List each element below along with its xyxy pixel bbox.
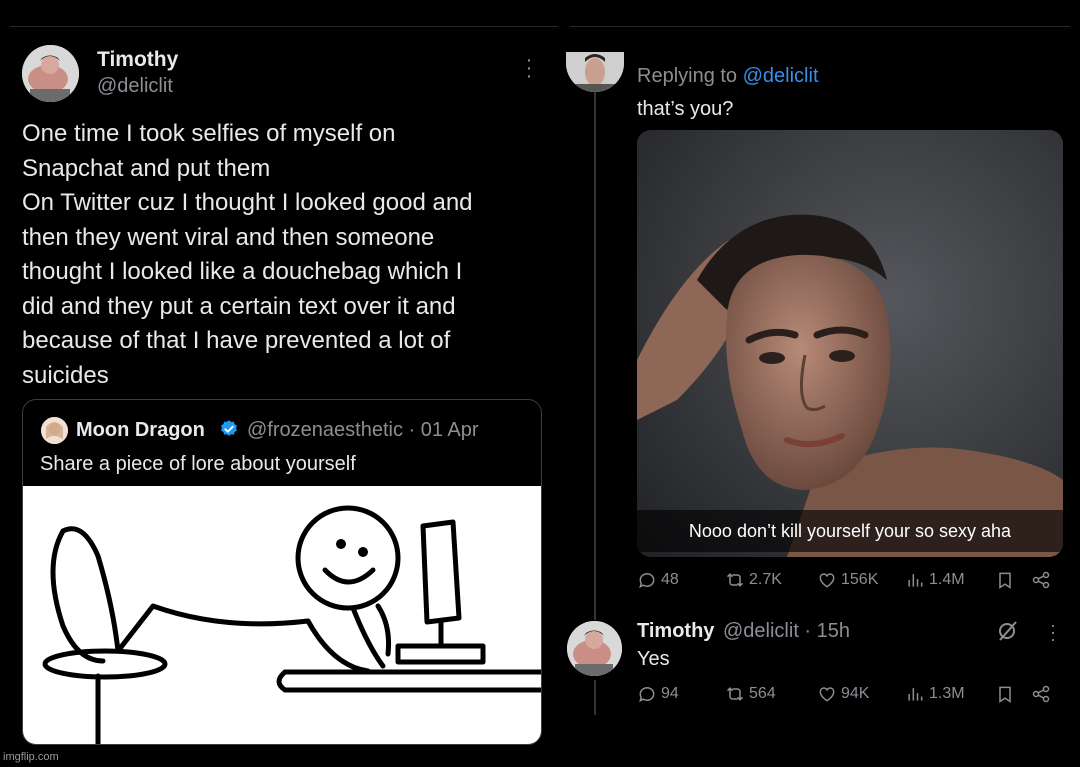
author-name[interactable]: Timothy xyxy=(637,620,714,643)
tweet-text-line: One time I took selfies of myself on xyxy=(22,120,396,147)
reply-photo[interactable]: Nooo don’t kill yourself your so sexy ah… xyxy=(637,130,1063,557)
reply-text: Yes xyxy=(637,648,670,670)
reply-icon xyxy=(639,573,655,589)
like-count: 94K xyxy=(841,685,870,702)
views-count: 1.4M xyxy=(929,571,965,588)
views-button[interactable]: 1.4M xyxy=(905,570,965,590)
author-handle-time[interactable]: @deliclit · 15h xyxy=(723,620,850,643)
retweet-count: 564 xyxy=(749,685,776,702)
views-icon xyxy=(908,688,923,701)
tweet-actions: 94 564 94K 1.3M xyxy=(637,684,1057,710)
tweet-text: One time I took selfies of myself on Sna… xyxy=(22,117,542,393)
retweet-icon xyxy=(726,573,744,587)
bookmark-icon xyxy=(999,686,1011,703)
quoted-tweet[interactable]: Moon Dragon @frozenaesthetic · 01 Apr Sh… xyxy=(22,399,542,745)
quote-handle-date[interactable]: @frozenaesthetic · 01 Apr xyxy=(247,419,479,442)
share-icon xyxy=(1032,685,1050,703)
tweet-text-line: thought I looked like a douchebag which … xyxy=(22,258,463,285)
reply-text: that’s you? xyxy=(637,98,734,120)
avatar[interactable] xyxy=(22,45,79,102)
author-handle[interactable]: @deliclit xyxy=(97,75,173,98)
share-button[interactable] xyxy=(1031,570,1051,590)
share-button[interactable] xyxy=(1031,684,1051,704)
like-icon xyxy=(819,573,835,588)
retweet-button[interactable]: 564 xyxy=(725,684,776,704)
tweet-actions: 48 2.7K 156K 1.4M xyxy=(637,570,1057,596)
photo-caption: Nooo don’t kill yourself your so sexy ah… xyxy=(688,521,1012,541)
views-icon xyxy=(908,574,923,587)
tweet-text-line: suicides xyxy=(22,361,109,389)
retweet-count: 2.7K xyxy=(749,571,782,588)
watermark: imgflip.com xyxy=(3,751,59,763)
avatar[interactable] xyxy=(567,621,622,676)
top-divider xyxy=(10,26,558,27)
quote-avatar[interactable] xyxy=(41,417,68,444)
replying-to-handle[interactable]: @deliclit xyxy=(743,65,819,87)
quote-text: Share a piece of lore about yourself xyxy=(40,453,356,475)
quote-author-name[interactable]: Moon Dragon xyxy=(76,419,205,442)
avatar[interactable] xyxy=(566,52,624,92)
tweet-text-line: then they went viral and then someone xyxy=(22,223,435,251)
replying-to: Replying to @deliclit xyxy=(637,65,819,88)
bookmark-button[interactable] xyxy=(995,684,1015,704)
tweet-text-line: Snapchat and put them xyxy=(22,154,271,182)
grok-icon[interactable] xyxy=(996,619,1020,643)
share-icon xyxy=(1032,571,1050,589)
bookmark-icon xyxy=(999,572,1011,589)
like-icon xyxy=(819,687,835,702)
verified-icon xyxy=(221,420,237,436)
retweet-icon xyxy=(726,687,744,701)
quote-image[interactable] xyxy=(23,486,541,744)
views-count: 1.3M xyxy=(929,685,965,702)
reply-count: 48 xyxy=(661,571,679,588)
retweet-button[interactable]: 2.7K xyxy=(725,570,782,590)
like-count: 156K xyxy=(841,571,879,588)
like-button[interactable]: 94K xyxy=(817,684,869,704)
tweet-text-line: On Twitter cuz I thought I looked good a… xyxy=(22,189,473,216)
reply-button[interactable]: 94 xyxy=(637,684,679,704)
top-divider xyxy=(570,26,1070,27)
replying-to-label: Replying to xyxy=(637,65,743,87)
reply-count: 94 xyxy=(661,685,679,702)
thread-line xyxy=(594,92,596,620)
more-icon[interactable]: · · · xyxy=(1047,616,1059,648)
thread-line xyxy=(594,680,596,715)
more-icon[interactable]: · · · xyxy=(522,50,536,86)
views-button[interactable]: 1.3M xyxy=(905,684,965,704)
bookmark-button[interactable] xyxy=(995,570,1015,590)
reply-icon xyxy=(639,687,655,703)
author-name[interactable]: Timothy xyxy=(97,48,178,72)
tweet-text-line: did and they put a certain text over it … xyxy=(22,292,456,320)
tweet-text-line: because of that I have prevented a lot o… xyxy=(22,327,451,354)
like-button[interactable]: 156K xyxy=(817,570,878,590)
reply-button[interactable]: 48 xyxy=(637,570,679,590)
